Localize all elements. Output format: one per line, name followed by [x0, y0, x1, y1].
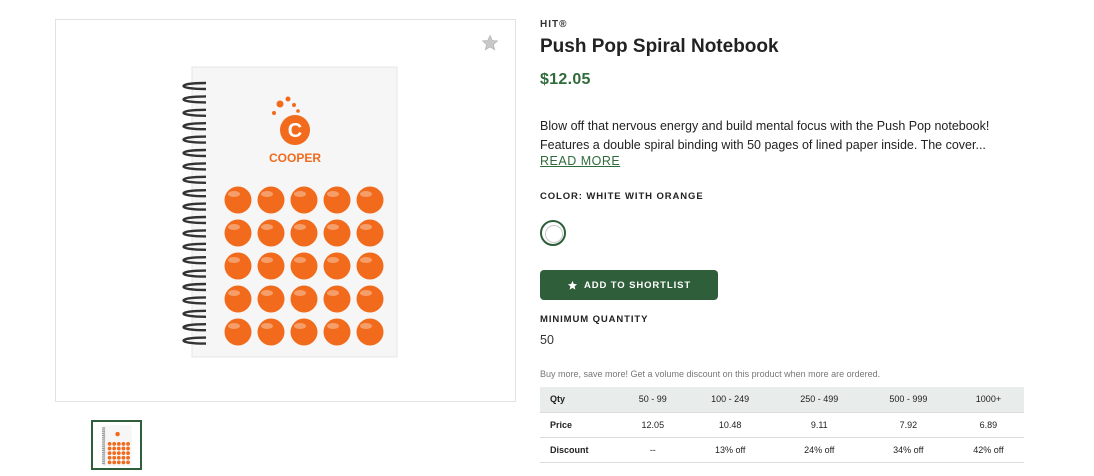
product-description: Blow off that nervous energy and build m…: [540, 119, 990, 152]
table-cell: 12.05: [620, 412, 686, 438]
pop-bubble: [290, 318, 318, 346]
bubble-highlight: [228, 191, 240, 197]
pop-bubble: [323, 318, 351, 346]
product-title: Push Pop Spiral Notebook: [540, 36, 779, 57]
pop-bubble: [356, 219, 384, 247]
table-cell: Price: [540, 412, 620, 438]
pop-bubble: [257, 318, 285, 346]
table-cell: 10.48: [685, 412, 775, 438]
bubble-highlight: [294, 224, 306, 230]
product-image: C COOPER: [182, 66, 398, 358]
table-cell: 500 - 999: [863, 387, 953, 413]
pricing-table: Qty 50 - 99 100 - 249 250 - 499 500 - 99…: [540, 387, 1024, 463]
table-cell: 1000+: [952, 387, 1024, 413]
shortlist-button-label: ADD TO SHORTLIST: [583, 279, 692, 291]
bubble-highlight: [294, 257, 306, 263]
pop-bubble: [356, 186, 384, 214]
bubble-highlight: [294, 191, 306, 197]
bubble-highlight: [261, 224, 273, 230]
pop-bubble: [257, 219, 285, 247]
bubble-highlight: [228, 323, 240, 329]
table-cell: 100 - 249: [685, 387, 775, 413]
pop-bubble: [224, 186, 252, 214]
bubble-highlight: [228, 290, 240, 296]
pop-bubble: [323, 252, 351, 280]
bubble-highlight: [327, 224, 339, 230]
brand-name: HIT®: [540, 19, 568, 30]
table-row-qty: Qty 50 - 99 100 - 249 250 - 499 500 - 99…: [540, 387, 1024, 413]
bubble-highlight: [327, 257, 339, 263]
pop-bubble: [257, 252, 285, 280]
pop-bubble: [323, 186, 351, 214]
table-cell: Discount: [540, 437, 620, 463]
bubble-highlight: [327, 323, 339, 329]
bubble-highlight: [327, 191, 339, 197]
star-icon: [567, 280, 578, 290]
product-image-frame: C COOPER: [55, 19, 516, 402]
table-cell: 7.92: [863, 412, 953, 438]
pop-bubble: [356, 318, 384, 346]
pop-bubble: [224, 318, 252, 346]
bubble-highlight: [360, 257, 372, 263]
minimum-quantity-label: MINIMUM QUANTITY: [540, 314, 649, 325]
logo-letter: C: [288, 120, 302, 142]
bubble-highlight: [228, 224, 240, 230]
table-cell: 50 - 99: [620, 387, 686, 413]
product-price: $12.05: [540, 71, 591, 88]
thumbnail-image[interactable]: [91, 420, 142, 470]
volume-discount-note: Buy more, save more! Get a volume discou…: [540, 369, 881, 379]
table-row-price: Price 12.05 10.48 9.11 7.92 6.89: [540, 412, 1024, 438]
bubble-highlight: [360, 290, 372, 296]
table-cell: 24% off: [774, 437, 864, 463]
bubble-highlight: [261, 290, 273, 296]
table-cell: 6.89: [952, 412, 1024, 438]
pop-bubble: [323, 219, 351, 247]
pop-bubble: [290, 285, 318, 313]
read-more-link[interactable]: READ MORE: [540, 154, 620, 168]
pop-bubble: [290, 186, 318, 214]
pop-bubble: [257, 186, 285, 214]
pop-bubble: [224, 285, 252, 313]
bubble-highlight: [294, 323, 306, 329]
pop-bubble: [290, 219, 318, 247]
bubble-highlight: [360, 224, 372, 230]
bubble-highlight: [261, 191, 273, 197]
table-cell: --: [620, 437, 686, 463]
color-label: COLOR: WHITE WITH ORANGE: [540, 191, 704, 202]
bubble-highlight: [261, 323, 273, 329]
table-cell: 9.11: [774, 412, 864, 438]
pop-bubble: [224, 252, 252, 280]
table-cell: 42% off: [952, 437, 1024, 463]
pop-bubble: [356, 285, 384, 313]
add-to-shortlist-button[interactable]: ADD TO SHORTLIST: [540, 270, 718, 300]
bubble-highlight: [294, 290, 306, 296]
minimum-quantity-value: 50: [540, 333, 554, 347]
table-row-discount: Discount -- 13% off 24% off 34% off 42% …: [540, 437, 1024, 463]
bubble-highlight: [360, 191, 372, 197]
logo-text: COOPER: [269, 151, 321, 165]
table-cell: 13% off: [685, 437, 775, 463]
pop-bubble: [323, 285, 351, 313]
color-swatch-white[interactable]: [540, 220, 566, 246]
pop-bubble: [356, 252, 384, 280]
favorite-star-icon[interactable]: [481, 34, 499, 52]
table-cell: 34% off: [863, 437, 953, 463]
pop-bubble: [290, 252, 318, 280]
bubble-highlight: [228, 257, 240, 263]
pop-bubble: [257, 285, 285, 313]
table-cell: Qty: [540, 387, 620, 413]
bubble-highlight: [327, 290, 339, 296]
bubble-highlight: [360, 323, 372, 329]
table-cell: 250 - 499: [774, 387, 864, 413]
bubble-highlight: [261, 257, 273, 263]
pop-bubble: [224, 219, 252, 247]
